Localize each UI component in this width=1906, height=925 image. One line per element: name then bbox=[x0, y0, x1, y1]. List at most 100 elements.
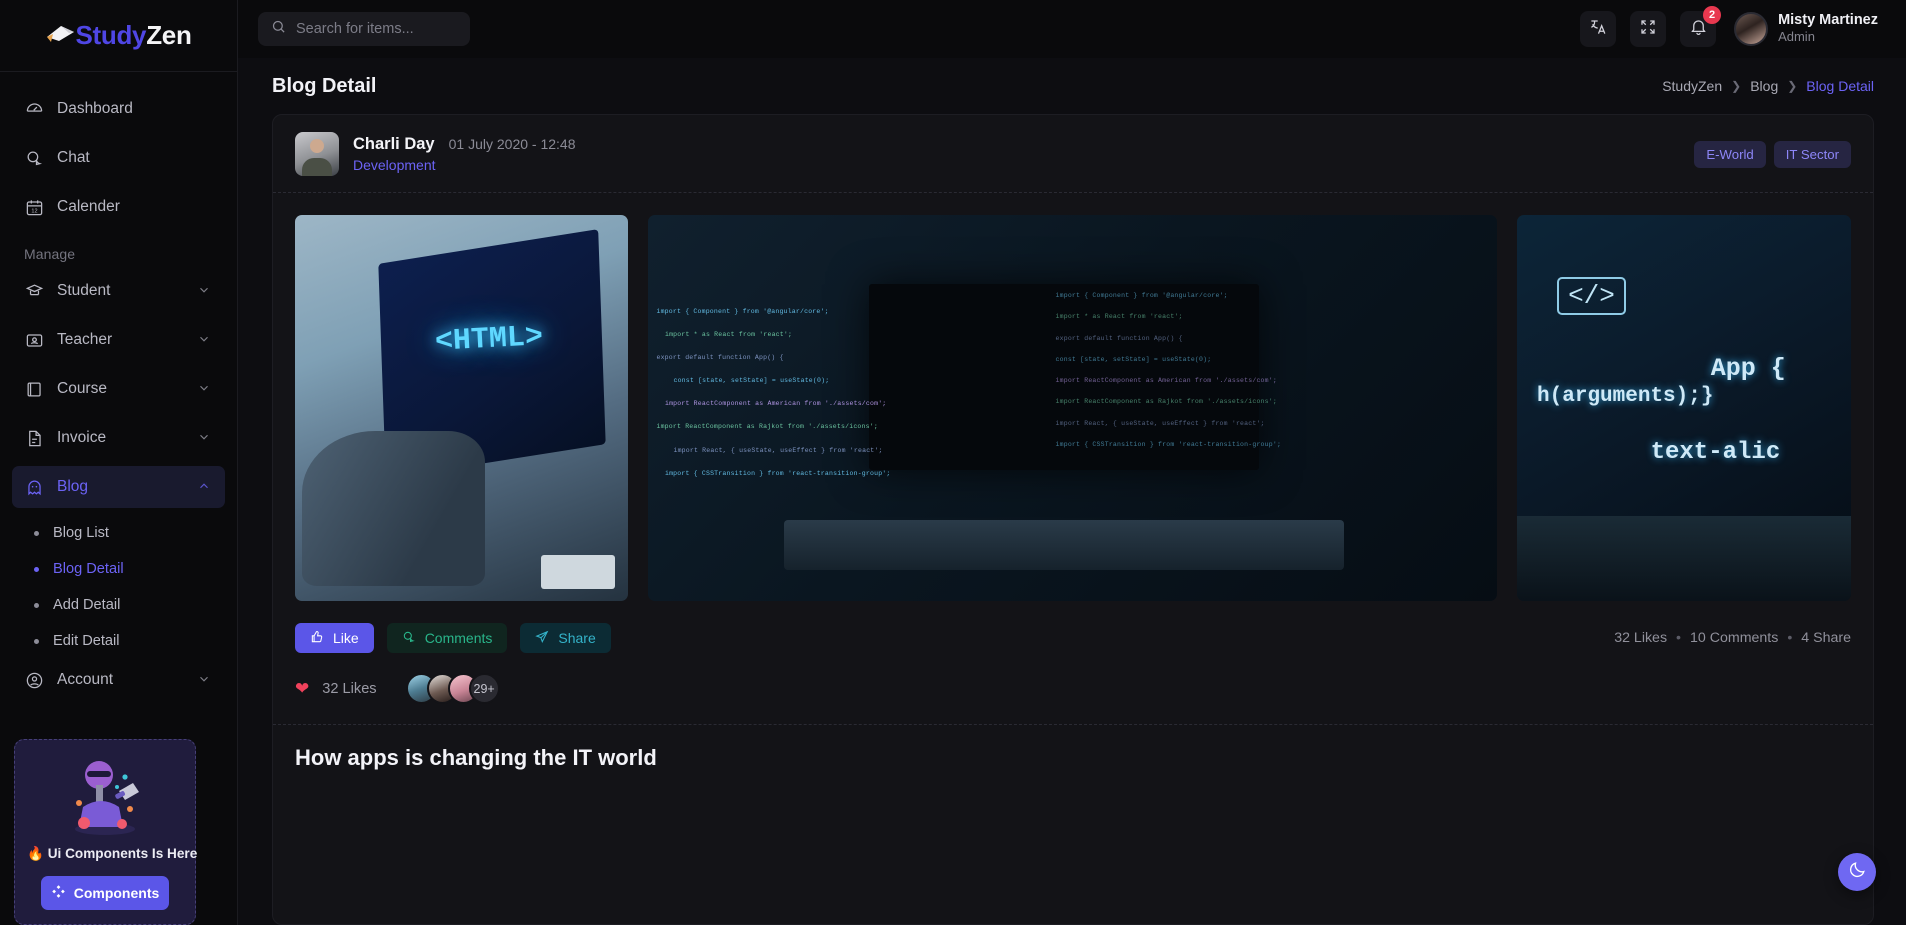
notification-button[interactable]: 2 bbox=[1680, 6, 1722, 47]
sidebar-label-invoice: Invoice bbox=[57, 429, 107, 446]
components-button[interactable]: Components bbox=[41, 876, 169, 910]
post-actions: Like Comments Share 32 Likes • 10 Commen… bbox=[273, 601, 1873, 673]
post-date: 01 July 2020 - 12:48 bbox=[448, 136, 576, 152]
chevron-down-icon bbox=[197, 332, 213, 348]
blog-image-3[interactable]: </> h(arguments);} App { text-alic bbox=[1517, 215, 1851, 601]
fullscreen-button[interactable] bbox=[1630, 11, 1667, 47]
stat-separator: • bbox=[1676, 630, 1682, 646]
sidebar-label-course: Course bbox=[57, 380, 107, 397]
sidebar-item-calender[interactable]: 12 Calender bbox=[12, 186, 225, 228]
code-overlay-line: import { Component } from '@angular/core… bbox=[656, 307, 829, 315]
sidebar-label-chat: Chat bbox=[57, 149, 90, 166]
code-overlay-line: import { CSSTransition } from 'react-tra… bbox=[1055, 440, 1282, 448]
dashboard-icon bbox=[24, 99, 44, 119]
code-overlay-line: import { Component } from '@angular/core… bbox=[1055, 292, 1228, 300]
post-gallery: <HTML> import { Component } from '@angul… bbox=[273, 193, 1873, 601]
stat-separator: • bbox=[1787, 630, 1793, 646]
sidebar-label-edit-detail: Edit Detail bbox=[53, 633, 120, 649]
search-box[interactable] bbox=[258, 12, 470, 46]
code-overlay-line: import ReactComponent as American from '… bbox=[664, 400, 887, 408]
code-overlay-line: import ReactComponent as Rajkot from './… bbox=[1055, 398, 1277, 406]
sidebar-item-add-detail[interactable]: Add Detail bbox=[12, 587, 225, 623]
breadcrumb-separator-icon: ❯ bbox=[1787, 79, 1798, 93]
breadcrumb: StudyZen ❯ Blog ❯ Blog Detail bbox=[1662, 78, 1874, 94]
theme-toggle-button[interactable] bbox=[1838, 853, 1876, 891]
promo-title: 🔥 Ui Components Is Here bbox=[27, 846, 198, 861]
sidebar-section-manage: Manage bbox=[24, 246, 76, 262]
comment-icon bbox=[402, 630, 416, 647]
user-circle-icon bbox=[24, 670, 44, 690]
stat-likes: 32 Likes bbox=[1614, 630, 1668, 646]
sidebar-label-account: Account bbox=[57, 671, 114, 688]
brand-logo[interactable]: StudyZen bbox=[0, 0, 237, 71]
blog-detail-card: Charli Day 01 July 2020 - 12:48 Developm… bbox=[272, 114, 1874, 925]
tag-it-sector[interactable]: IT Sector bbox=[1773, 140, 1851, 168]
sidebar-label-teacher: Teacher bbox=[57, 331, 113, 348]
breadcrumb-item-blog[interactable]: Blog bbox=[1750, 78, 1778, 94]
sidebar-item-blog-detail[interactable]: Blog Detail bbox=[12, 551, 225, 587]
moon-icon bbox=[1848, 860, 1867, 884]
comments-button-label: Comments bbox=[424, 630, 493, 646]
stat-comments: 10 Comments bbox=[1690, 630, 1779, 646]
book-icon bbox=[24, 379, 44, 399]
code-overlay-line: import * as React from 'react'; bbox=[1055, 313, 1183, 321]
post-stats: 32 Likes • 10 Comments • 4 Share bbox=[1614, 630, 1851, 646]
calendar-icon: 12 bbox=[24, 197, 44, 217]
post-tags: E-World IT Sector bbox=[1694, 140, 1851, 168]
comments-button[interactable]: Comments bbox=[386, 623, 508, 653]
chat-icon bbox=[24, 148, 44, 168]
code-overlay-line: export default function App() { bbox=[656, 353, 784, 361]
stat-shares: 4 Share bbox=[1801, 630, 1851, 646]
notification-badge: 2 bbox=[1703, 6, 1722, 24]
sidebar-label-dashboard: Dashboard bbox=[57, 100, 133, 117]
user-name: Misty Martinez bbox=[1778, 12, 1878, 29]
bullet-icon bbox=[34, 638, 39, 644]
like-button[interactable]: Like bbox=[295, 623, 374, 653]
blog-image-2[interactable]: import { Component } from '@angular/core… bbox=[648, 215, 1497, 601]
sidebar-item-teacher[interactable]: Teacher bbox=[12, 319, 225, 361]
like-button-label: Like bbox=[333, 630, 359, 646]
topbar: 2 Misty Martinez Admin bbox=[238, 0, 1906, 58]
breadcrumb-item-studyzen[interactable]: StudyZen bbox=[1662, 78, 1722, 94]
liker-avatar-stack[interactable]: 29+ bbox=[405, 673, 500, 704]
author-category[interactable]: Development bbox=[353, 157, 576, 173]
code-overlay-line: const [state, setState] = useState(0); bbox=[673, 377, 830, 385]
post-header: Charli Day 01 July 2020 - 12:48 Developm… bbox=[273, 115, 1873, 193]
search-icon bbox=[271, 19, 286, 39]
svg-text:12: 12 bbox=[31, 208, 37, 214]
sidebar-label-student: Student bbox=[57, 282, 111, 299]
components-button-label: Components bbox=[73, 885, 160, 901]
sidebar-item-edit-detail[interactable]: Edit Detail bbox=[12, 623, 225, 659]
sidebar-item-chat[interactable]: Chat bbox=[12, 137, 225, 179]
file-invoice-icon bbox=[24, 428, 44, 448]
breadcrumb-separator-icon: ❯ bbox=[1731, 79, 1742, 93]
sidebar-label-add-detail: Add Detail bbox=[53, 597, 121, 613]
sidebar-item-dashboard[interactable]: Dashboard bbox=[12, 88, 225, 130]
tag-e-world[interactable]: E-World bbox=[1694, 140, 1766, 168]
thumbs-up-icon bbox=[310, 630, 324, 647]
sidebar-item-account[interactable]: Account bbox=[12, 659, 225, 701]
sidebar-item-course[interactable]: Course bbox=[12, 368, 225, 410]
code-overlay-line: import React, { useState, useEffect } fr… bbox=[1055, 419, 1265, 427]
page-title: Blog Detail bbox=[272, 74, 377, 97]
code-overlay-line: import ReactComponent as Rajkot from './… bbox=[656, 423, 878, 431]
content-area: Charli Day 01 July 2020 - 12:48 Developm… bbox=[238, 114, 1906, 925]
sidebar-item-invoice[interactable]: Invoice bbox=[12, 417, 225, 459]
sidebar-item-blog[interactable]: Blog bbox=[12, 466, 225, 508]
sidebar-item-blog-list[interactable]: Blog List bbox=[12, 515, 225, 551]
code-overlay-line: import * as React from 'react'; bbox=[664, 330, 793, 338]
chevron-down-icon bbox=[197, 672, 213, 688]
search-input[interactable] bbox=[296, 21, 457, 37]
sidebar-item-student[interactable]: Student bbox=[12, 270, 225, 312]
blog-image-1[interactable]: <HTML> bbox=[295, 215, 628, 601]
ghost-icon bbox=[24, 477, 44, 497]
author-meta: Charli Day 01 July 2020 - 12:48 Developm… bbox=[353, 135, 576, 173]
user-menu[interactable]: Misty Martinez Admin bbox=[1734, 12, 1878, 46]
sidebar-label-calender: Calender bbox=[57, 198, 120, 215]
sidebar-nav: Dashboard Chat 12 Calender Manage Studen… bbox=[0, 72, 237, 701]
liker-overflow-count[interactable]: 29+ bbox=[468, 673, 500, 704]
language-button[interactable] bbox=[1580, 11, 1617, 47]
share-button[interactable]: Share bbox=[520, 623, 611, 653]
breadcrumb-item-blog-detail: Blog Detail bbox=[1806, 78, 1874, 94]
graduation-cap-icon bbox=[45, 23, 75, 49]
